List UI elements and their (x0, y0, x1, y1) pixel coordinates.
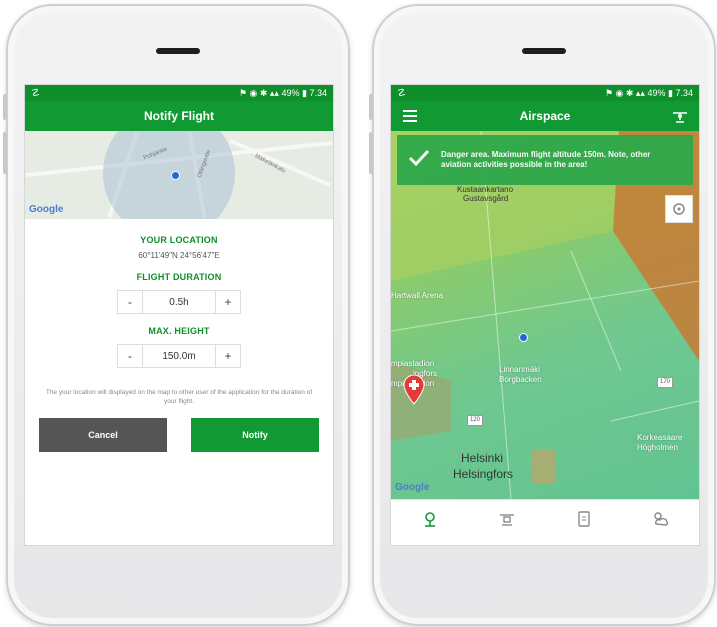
map-label: Korkeasaare (637, 433, 683, 442)
cancel-button[interactable]: Cancel (39, 418, 167, 452)
duration-decrement-button[interactable]: - (118, 291, 143, 313)
map-label: mpiastadion (391, 359, 435, 368)
page-title: Airspace (519, 109, 571, 123)
flight-form: YOUR LOCATION 60°11'49"N 24°56'47"E FLIG… (25, 219, 333, 452)
duration-label: FLIGHT DURATION (136, 272, 222, 282)
duration-increment-button[interactable]: + (215, 291, 240, 313)
map-road (570, 250, 622, 372)
current-location-dot (519, 333, 528, 342)
road-number-badge: 120 (467, 415, 483, 426)
volume-button (3, 94, 7, 120)
location-map[interactable]: Pohjantie Ottingentie Mäkelänkatu Google (25, 131, 333, 219)
duration-stepper: - 0.5h + (117, 290, 241, 314)
height-stepper: - 150.0m + (117, 344, 241, 368)
my-location-button[interactable] (665, 195, 693, 223)
danger-area-message: Danger area. Maximum flight altitude 150… (441, 150, 651, 169)
volume-button (369, 94, 373, 120)
danger-area-banner[interactable]: Danger area. Maximum flight altitude 150… (397, 135, 693, 185)
hospital-marker-icon[interactable] (403, 375, 425, 405)
check-icon (397, 148, 441, 173)
map-label: Linnanmäki (499, 365, 540, 374)
battery-icon: ▮ (302, 87, 307, 98)
status-right: ⚑ ◉ ✱ ▴▴ 49% ▮ 7.34 (605, 88, 693, 99)
airspace-map[interactable]: Danger area. Maximum flight altitude 150… (391, 131, 699, 499)
battery-percent: 49% (647, 87, 666, 98)
road-number-badge: 170 (657, 377, 673, 388)
nav-drone-tab[interactable] (492, 507, 522, 531)
map-road (610, 400, 699, 422)
nav-map-tab[interactable] (415, 507, 445, 531)
signal-icon: ☡ (397, 87, 406, 99)
built-area (531, 449, 555, 483)
height-decrement-button[interactable]: - (118, 345, 143, 367)
crosshair-icon (673, 203, 685, 215)
earpiece-speaker (156, 48, 200, 54)
document-icon (577, 511, 590, 527)
battery-percent: 49% (281, 87, 300, 98)
map-label: Högholmen (637, 443, 678, 452)
phone-right: ☡ ⚑ ◉ ✱ ▴▴ 49% ▮ 7.34 Airspace Danger ar… (369, 4, 716, 626)
notify-button[interactable]: Notify (191, 418, 319, 452)
page-title: Notify Flight (144, 109, 214, 123)
status-bar: ☡ ⚑ ◉ ✱ ▴▴ 49% ▮ 7.34 (391, 85, 699, 101)
volume-button (3, 132, 7, 174)
action-buttons: Cancel Notify (25, 418, 333, 452)
volume-button (369, 132, 373, 174)
clock: 7.34 (675, 87, 693, 98)
airspace-screen: ☡ ⚑ ◉ ✱ ▴▴ 49% ▮ 7.34 Airspace Danger ar… (390, 84, 700, 546)
status-bar: ☡ ⚑ ◉ ✱ ▴▴ 49% ▮ 7.34 (25, 85, 333, 101)
app-bar: Notify Flight (25, 101, 333, 131)
drone-icon (499, 514, 514, 526)
duration-value[interactable]: 0.5h (143, 297, 215, 308)
height-label: MAX. HEIGHT (148, 326, 210, 336)
current-location-dot (171, 171, 180, 180)
google-logo: Google (395, 482, 430, 493)
phone-left: ☡ ⚑ ◉ ✱ ▴▴ 49% ▮ 7.34 Notify Flight Pohj… (3, 4, 350, 626)
map-label: Borgbacken (499, 375, 542, 384)
location-coordinates: 60°11'49"N 24°56'47"E (138, 251, 220, 260)
google-logo: Google (29, 204, 64, 215)
map-label: Kustaankartano (457, 185, 514, 194)
map-label: Helsinki (461, 451, 504, 465)
nav-document-tab[interactable] (569, 507, 599, 531)
visibility-note: The your location will displayed on the … (45, 389, 313, 405)
location-pin-icon (424, 512, 435, 527)
drone-icon[interactable] (671, 107, 689, 125)
map-label: Gustavsgård (463, 194, 509, 203)
notify-flight-screen: ☡ ⚑ ◉ ✱ ▴▴ 49% ▮ 7.34 Notify Flight Pohj… (24, 84, 334, 546)
map-label: Hartwall Arena (391, 291, 444, 300)
status-right: ⚑ ◉ ✱ ▴▴ 49% ▮ 7.34 (239, 88, 327, 99)
weather-icon (653, 512, 668, 526)
bottom-navigation (391, 499, 699, 538)
status-icons: ⚑ ◉ ✱ ▴▴ (238, 87, 279, 98)
status-icons: ⚑ ◉ ✱ ▴▴ (604, 87, 645, 98)
map-road (391, 280, 699, 332)
battery-icon: ▮ (668, 87, 673, 98)
location-radius (103, 131, 235, 219)
app-bar: Airspace (391, 101, 699, 131)
signal-icon: ☡ (31, 87, 40, 99)
earpiece-speaker (522, 48, 566, 54)
clock: 7.34 (309, 87, 327, 98)
nav-weather-tab[interactable] (646, 507, 676, 531)
location-label: YOUR LOCATION (140, 235, 218, 245)
hamburger-menu-icon[interactable] (403, 110, 417, 125)
height-value[interactable]: 150.0m (143, 351, 215, 362)
height-increment-button[interactable]: + (215, 345, 240, 367)
map-label: Helsingfors (453, 467, 514, 481)
